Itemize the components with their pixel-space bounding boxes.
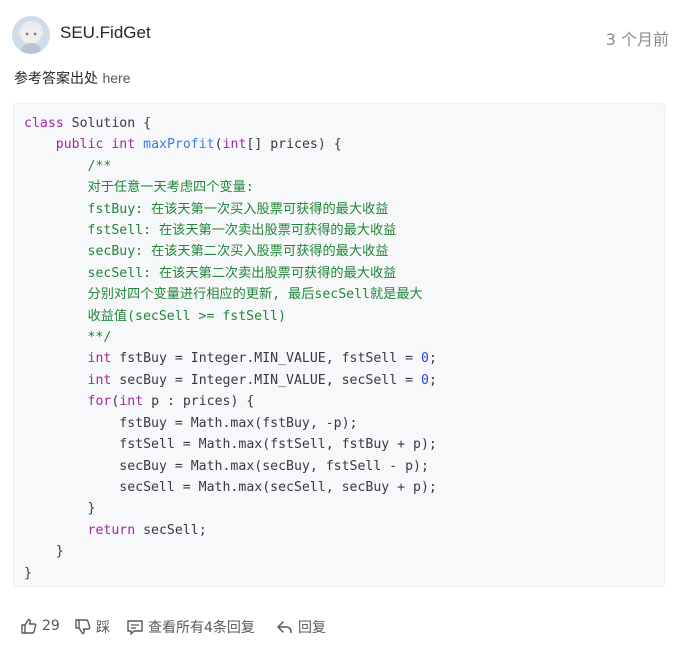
post-header: SEU.FidGet 3 个月前 — [12, 16, 669, 56]
code-content: class Solution { public int maxProfit(in… — [24, 116, 437, 581]
dislike-button[interactable]: 踩 — [74, 617, 110, 637]
source-link[interactable]: here — [102, 70, 130, 86]
intro-text: 参考答案出处 — [14, 71, 103, 87]
like-count: 29 — [42, 618, 60, 634]
post-time: 3 个月前 — [605, 30, 669, 49]
reply-label: 回复 — [298, 620, 326, 636]
code-keyword: class — [24, 116, 64, 131]
view-replies-button[interactable]: 查看所有4条回复 — [126, 617, 255, 637]
reply-button[interactable]: 回复 — [276, 617, 326, 637]
username[interactable]: SEU.FidGet — [60, 23, 151, 43]
code-comment: /** — [87, 158, 112, 174]
view-replies-label: 查看所有4条回复 — [148, 620, 255, 636]
thumbs-down-icon — [75, 619, 91, 635]
dislike-label: 踩 — [96, 620, 110, 636]
like-button[interactable]: 29 — [20, 617, 60, 635]
code-function-name: maxProfit — [143, 137, 215, 153]
thumbs-up-icon — [21, 618, 37, 634]
user-avatar[interactable] — [12, 16, 50, 54]
avatar-image — [12, 16, 50, 54]
code-block: class Solution { public int maxProfit(in… — [13, 103, 665, 587]
intro-line: 参考答案出处 here — [14, 68, 130, 88]
reply-icon — [277, 621, 292, 634]
comment-icon — [127, 620, 143, 635]
